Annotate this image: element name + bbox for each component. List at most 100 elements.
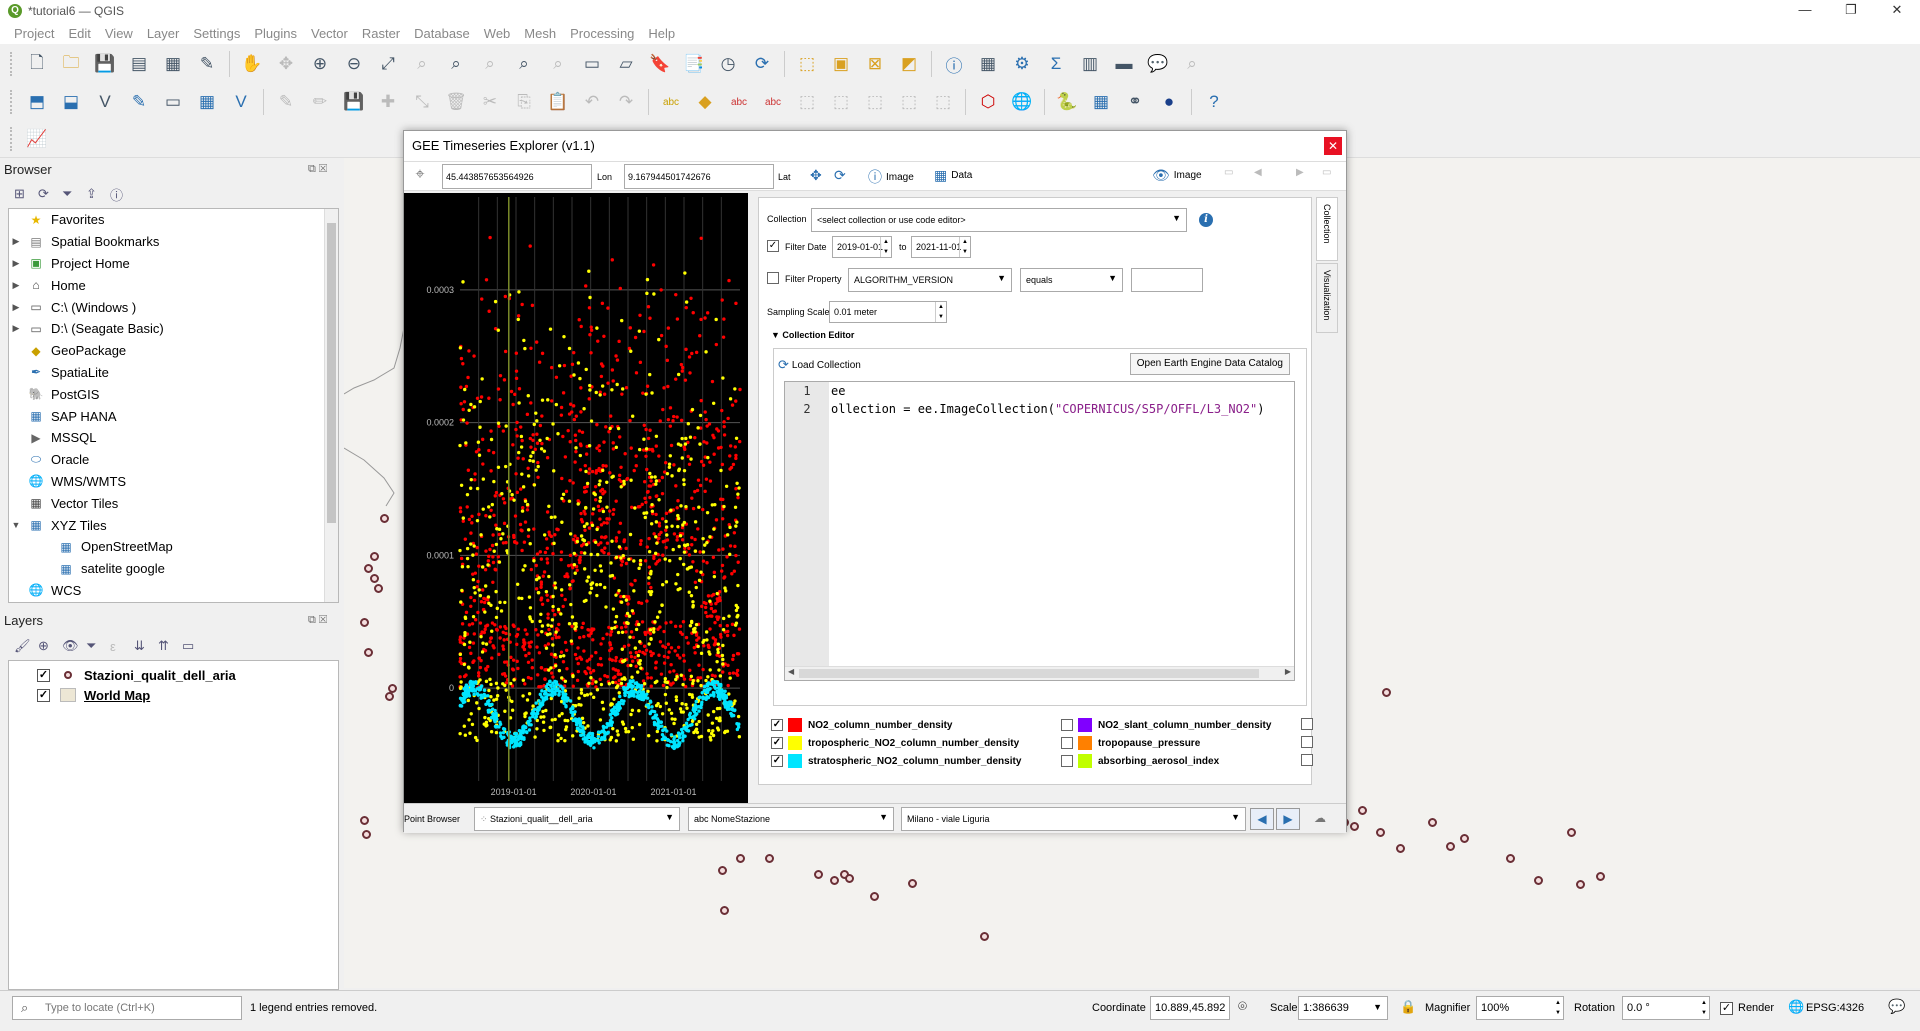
locator-input[interactable]: ⌕ Type to locate (Ctrl+K) [12,996,242,1020]
station-point[interactable] [1506,854,1515,863]
station-point[interactable] [1350,822,1359,831]
new-virtual-layer-icon[interactable]: ▦ [193,88,221,116]
render-checkbox[interactable]: ✓ [1720,1002,1733,1015]
expand-arrow-icon[interactable]: ▶ [9,280,23,291]
expand-arrow-icon[interactable]: ▶ [9,258,23,269]
point-layer-select[interactable]: ⁘ Stazioni_qualit__dell_aria ▼ [474,807,680,831]
previous-point-button[interactable]: ◀ [1250,808,1274,830]
menu-edit[interactable]: Edit [68,26,90,41]
station-point[interactable] [718,866,727,875]
browser-item[interactable]: 🌐 WCS [9,580,338,602]
band-item[interactable]: ✓ NO2_column_number_density [771,718,952,732]
current-edits-icon[interactable]: ✎ [272,88,300,116]
band-checkbox[interactable] [1061,737,1073,749]
digitize-icon[interactable]: ✎ [125,88,153,116]
browser-item[interactable]: ✒ SpatiaLite [9,362,338,384]
spin-arrows-icon[interactable]: ▲ ▼ [880,237,891,257]
expand-arrow-icon[interactable]: ▶ [9,302,23,313]
menu-help[interactable]: Help [648,26,675,41]
save-project-icon[interactable]: 💾 [91,50,119,78]
style-manager-icon[interactable]: ✎ [193,50,221,78]
band-checkbox[interactable]: ✓ [771,737,783,749]
label-toolbar-icon[interactable]: abc [657,88,685,116]
menu-vector[interactable]: Vector [311,26,348,41]
expand-arrow-icon[interactable]: ▶ [9,236,23,247]
browser-item[interactable]: 🌐 WMS/WMTS [9,471,338,493]
band-checkbox[interactable] [1301,718,1313,730]
tab-collection[interactable]: Collection [1316,197,1338,261]
new-geopackage-icon[interactable]: ⬓ [57,88,85,116]
help-icon[interactable]: ? [1200,88,1228,116]
menu-plugins[interactable]: Plugins [254,26,297,41]
center-point-icon[interactable]: ✥ [810,167,826,184]
rotate-label-icon[interactable]: ⬚ [827,88,855,116]
station-point[interactable] [1596,872,1605,881]
station-point[interactable] [360,816,369,825]
band-color-swatch[interactable] [1078,736,1092,750]
mouse-coord-icon[interactable]: ⌾ [1238,998,1247,1015]
new-print-layout-icon[interactable]: ▤ [125,50,153,78]
menu-mesh[interactable]: Mesh [524,26,556,41]
scroll-right-icon[interactable]: ▶ [1285,667,1291,676]
next-image-icon[interactable]: ▶ [1296,167,1304,178]
collection-editor-toggle[interactable]: ▼ Collection Editor [771,330,854,340]
toggle-editing-icon[interactable]: ✏ [306,88,334,116]
data-source-manager-icon[interactable]: ⬒ [23,88,51,116]
layers-tree[interactable]: ✓ Stazioni_qualit_dell_aria ✓ World Map [8,660,339,990]
measure-icon[interactable]: ▬ [1110,50,1138,78]
filter-date-checkbox[interactable]: ✓ [767,240,779,252]
band-checkbox[interactable]: ✓ [771,755,783,767]
expand-all-icon[interactable]: ⇊ [134,638,158,654]
show-hide-labels-icon[interactable]: ⬚ [895,88,923,116]
data-table-button[interactable]: ▦ Data [934,167,972,184]
plugin-binoculars-icon[interactable]: ⚭ [1121,88,1149,116]
station-point[interactable] [380,514,389,523]
image-info-button[interactable]: ⓘ Image [868,167,914,187]
station-point[interactable] [1534,876,1543,885]
band-color-swatch[interactable] [788,754,802,768]
minimize-button[interactable]: — [1782,0,1828,22]
timeseries-chart-icon[interactable]: 📈 [23,125,51,153]
layer-row-world-map[interactable]: ✓ World Map [9,685,338,705]
browser-item[interactable]: ⬭ Oracle [9,449,338,471]
layer-icon[interactable]: ▭ [1224,167,1233,178]
new-bookmark-icon[interactable]: 🔖 [646,50,674,78]
menu-web[interactable]: Web [484,26,511,41]
lat-input[interactable]: 9.167944501742676 [624,164,774,189]
locator-icon[interactable]: ⌕ [1178,50,1206,78]
property-select[interactable]: ALGORITHM_VERSION ▼ [848,268,1012,292]
station-point[interactable] [1576,880,1585,889]
station-point[interactable] [370,552,379,561]
point-field-select[interactable]: abc NomeStazione ▼ [688,807,894,831]
spin-arrows-icon[interactable]: ▲ ▼ [1555,998,1561,1018]
station-point[interactable] [370,574,379,583]
plugin-grid-icon[interactable]: ▦ [1087,88,1115,116]
maximize-button[interactable]: ❐ [1828,0,1874,22]
menu-project[interactable]: Project [14,26,54,41]
dock-icon[interactable]: ▭ [1322,167,1331,178]
show-bookmarks-icon[interactable]: 📑 [680,50,708,78]
menu-database[interactable]: Database [414,26,470,41]
new-project-icon[interactable]: 🗋 [23,50,51,78]
sampling-scale-input[interactable]: 0.01 meter ▲ ▼ [829,301,947,323]
layer-row-stations[interactable]: ✓ Stazioni_qualit_dell_aria [9,665,338,685]
browser-scrollbar[interactable] [324,209,338,602]
band-color-swatch[interactable] [788,736,802,750]
station-point[interactable] [1446,842,1455,851]
date-from-input[interactable]: 2019-01-01 ▲ ▼ [832,236,892,258]
python-console-icon[interactable]: 🐍 [1053,88,1081,116]
browser-item[interactable]: ◆ GeoPackage [9,340,338,362]
station-point[interactable] [845,874,854,883]
band-color-swatch[interactable] [1078,754,1092,768]
menu-settings[interactable]: Settings [193,26,240,41]
previous-image-icon[interactable]: ◀ [1254,167,1262,178]
toolbar-grip[interactable] [10,126,14,151]
pin-labels-icon[interactable]: abc [725,88,753,116]
zoom-full-icon[interactable]: ⤢ [374,50,402,78]
station-point[interactable] [374,584,383,593]
properties-info-icon[interactable]: ⓘ [110,185,134,204]
filter-legend-icon[interactable]: ⏷ [86,638,110,654]
undo-icon[interactable]: ↶ [578,88,606,116]
redo-icon[interactable]: ↷ [612,88,640,116]
menu-view[interactable]: View [105,26,133,41]
